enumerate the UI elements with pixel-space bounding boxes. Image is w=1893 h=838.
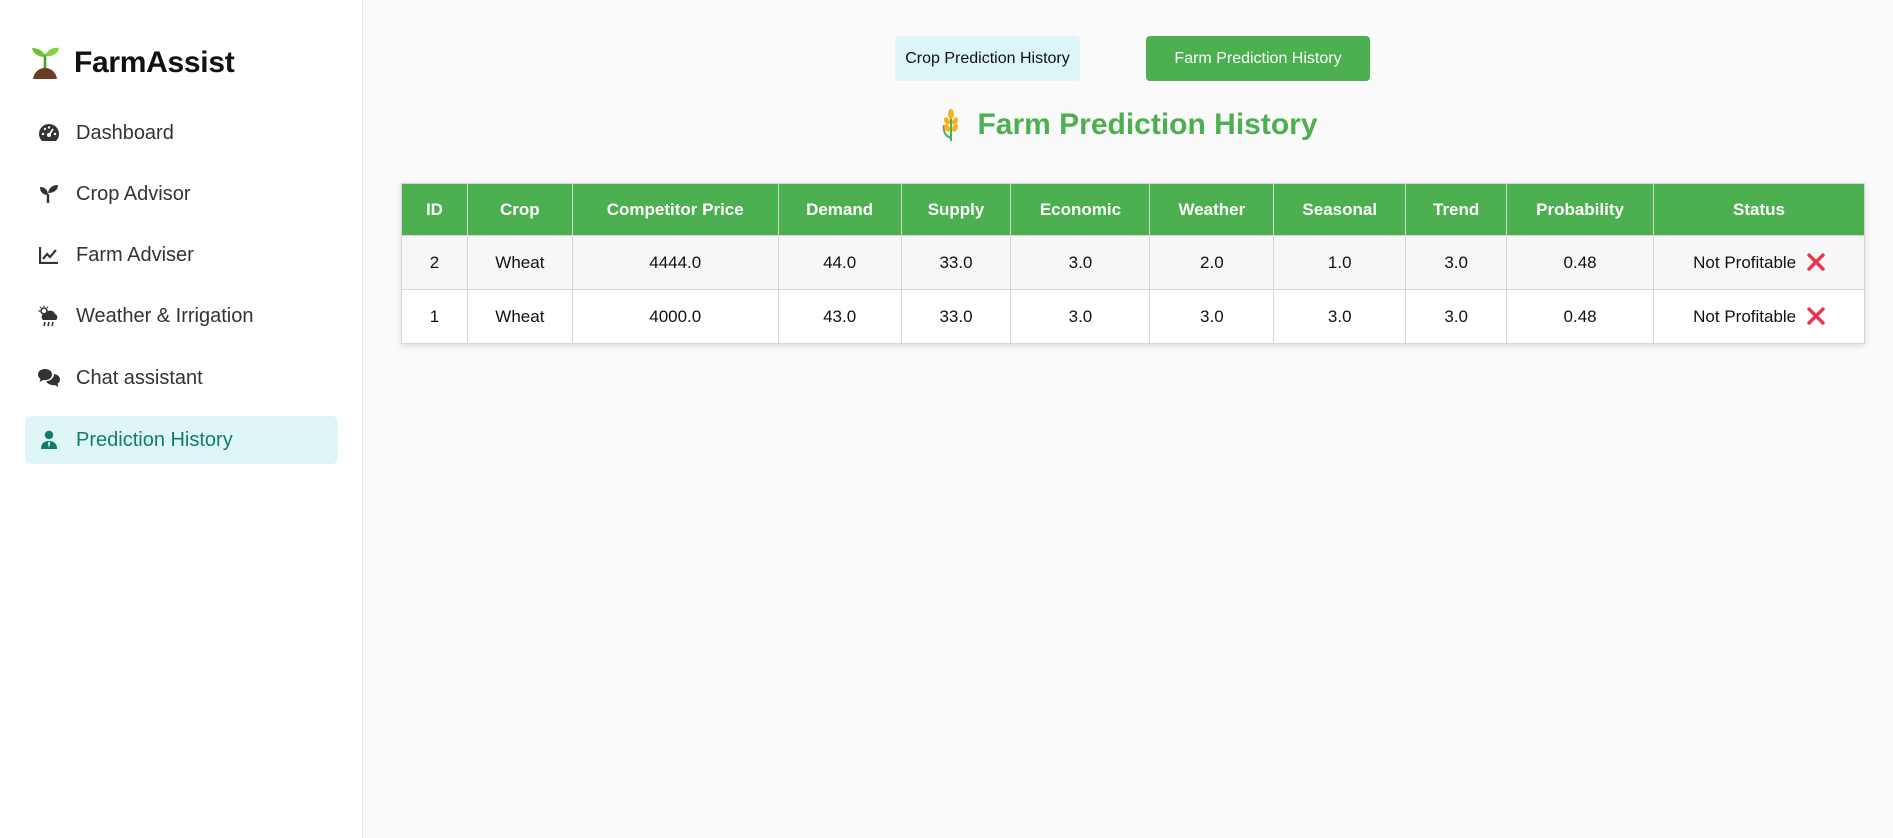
cell-competitor-price: 4000.0 [571,289,779,344]
cell-supply: 33.0 [900,289,1012,344]
cell-demand: 43.0 [777,289,902,344]
cell-probability: 0.48 [1506,289,1655,344]
cell-trend: 3.0 [1405,235,1508,290]
cell-weather: 2.0 [1149,235,1275,290]
cell-economic: 3.0 [1010,235,1151,290]
line-chart-icon [37,243,61,267]
cloud-rain-icon [37,304,61,328]
cell-probability: 0.48 [1506,235,1655,290]
column-header-id: ID [401,183,468,236]
table-row: 2 Wheat 4444.0 44.0 33.0 3.0 2.0 1.0 3.0… [401,235,1865,290]
table-row: 1 Wheat 4000.0 43.0 33.0 3.0 3.0 3.0 3.0… [401,289,1865,344]
column-header-probability: Probability [1506,183,1655,236]
column-header-competitor-price: Competitor Price [571,183,779,236]
column-header-crop: Crop [466,183,573,236]
cell-weather: 3.0 [1149,289,1275,344]
sidebar-item-label: Farm Adviser [76,243,194,266]
sidebar-item-label: Crop Advisor [76,182,191,205]
sidebar-item-label: Prediction History [76,428,233,451]
column-header-economic: Economic [1010,183,1151,236]
column-header-trend: Trend [1405,183,1508,236]
sidebar-item-label: Dashboard [76,121,174,144]
sidebar-item-chat-assistant[interactable]: Chat assistant [25,354,338,402]
sidebar: FarmAssist Dashboard Crop Advisor Farm A… [0,0,363,838]
cell-crop: Wheat [466,235,573,290]
column-header-supply: Supply [900,183,1012,236]
cell-economic: 3.0 [1010,289,1151,344]
cell-status: Not Profitable [1653,289,1865,344]
sidebar-item-weather-irrigation[interactable]: Weather & Irrigation [25,292,338,340]
comments-icon [37,366,61,390]
page-title: Farm Prediction History [364,108,1893,142]
cell-trend: 3.0 [1405,289,1508,344]
wheat-icon [943,109,959,141]
column-header-status: Status [1653,183,1865,236]
user-tie-icon [37,428,61,452]
cell-crop: Wheat [466,289,573,344]
cell-id: 1 [401,289,468,344]
cell-status: Not Profitable [1653,235,1865,290]
main-content: Crop Prediction History Farm Prediction … [364,0,1893,838]
brand[interactable]: FarmAssist [30,46,235,80]
brand-title: FarmAssist [74,46,235,79]
cross-mark-icon [1807,306,1825,325]
sidebar-item-prediction-history[interactable]: Prediction History [25,416,338,464]
farm-prediction-history-button[interactable]: Farm Prediction History [1146,36,1370,81]
cell-seasonal: 3.0 [1273,289,1407,344]
dashboard-gauge-icon [37,121,61,145]
sprout-logo-icon [32,47,59,79]
seedling-icon [37,182,61,206]
cell-seasonal: 1.0 [1273,235,1407,290]
status-text: Not Profitable [1693,306,1797,326]
cell-id: 2 [401,235,468,290]
cell-demand: 44.0 [777,235,902,290]
column-header-weather: Weather [1149,183,1275,236]
status-text: Not Profitable [1693,252,1797,272]
crop-prediction-history-button[interactable]: Crop Prediction History [895,36,1080,81]
table-header-row: ID Crop Competitor Price Demand Supply E… [401,183,1865,236]
sidebar-item-label: Chat assistant [76,366,203,389]
sidebar-item-dashboard[interactable]: Dashboard [25,109,338,157]
cell-competitor-price: 4444.0 [571,235,779,290]
sidebar-item-crop-advisor[interactable]: Crop Advisor [25,170,338,218]
column-header-seasonal: Seasonal [1273,183,1407,236]
cross-mark-icon [1807,252,1825,271]
column-header-demand: Demand [777,183,902,236]
page-title-text: Farm Prediction History [977,108,1318,141]
sidebar-item-farm-adviser[interactable]: Farm Adviser [25,231,338,279]
prediction-history-table: ID Crop Competitor Price Demand Supply E… [401,183,1865,344]
sidebar-item-label: Weather & Irrigation [76,304,254,327]
cell-supply: 33.0 [900,235,1012,290]
